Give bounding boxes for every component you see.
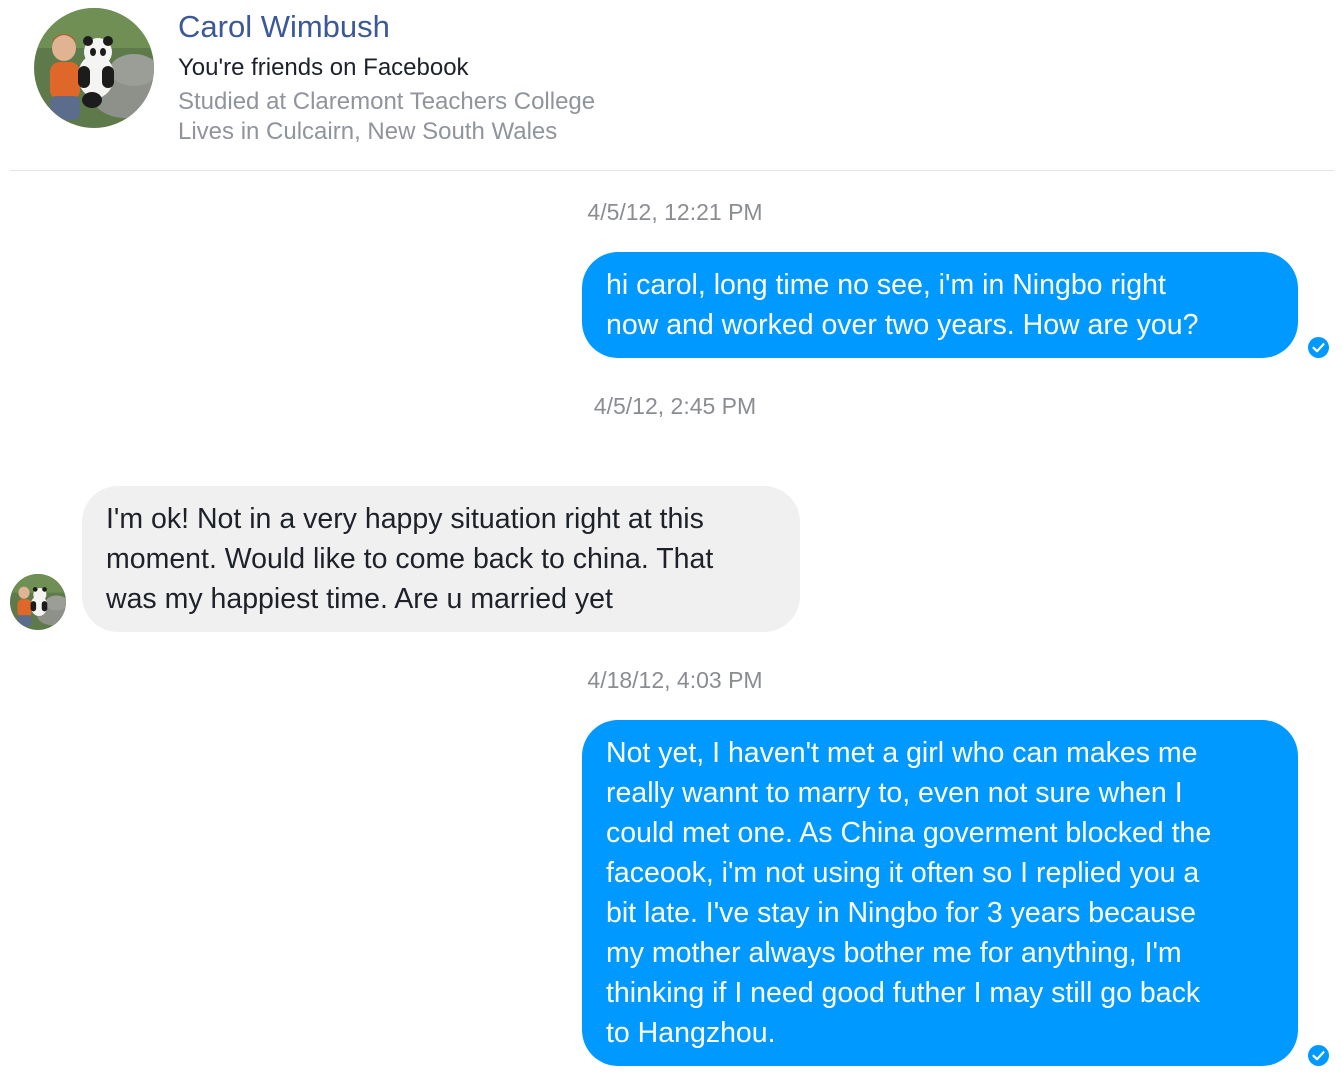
message-text-line: moment. Would like to come back to china… xyxy=(106,543,714,575)
messenger-conversation: Carol Wimbush You're friends on Facebook… xyxy=(0,0,1342,1090)
message-text-line: was my happiest time. Are u married yet xyxy=(106,583,613,615)
message-text-line: bit late. I've stay in Ningbo for 3 year… xyxy=(606,897,1197,929)
message-text-line: to Hangzhou. xyxy=(606,1017,776,1049)
message-text-line: I'm ok! Not in a very happy situation ri… xyxy=(106,503,704,535)
outgoing-message-bubble[interactable]: Not yet, I haven't met a girl who can ma… xyxy=(582,720,1298,1066)
message-text-line: really wannt to marry to, even not sure … xyxy=(606,777,1183,809)
message-text-line: my mother always bother me for anything,… xyxy=(606,937,1182,969)
contact-name[interactable]: Carol Wimbush xyxy=(178,9,390,45)
message-text-line: hi carol, long time no see, i'm in Ningb… xyxy=(606,269,1166,301)
message-text-line: could met one. As China goverment blocke… xyxy=(606,817,1212,849)
message-timestamp: 4/5/12, 12:21 PM xyxy=(587,199,763,225)
message-text-line: thinking if I need good futher I may sti… xyxy=(606,977,1201,1009)
message-text-line: Not yet, I haven't met a girl who can ma… xyxy=(606,737,1198,769)
location-info: Lives in Culcairn, New South Wales xyxy=(178,118,558,145)
sender-photo xyxy=(10,574,66,630)
sender-avatar[interactable] xyxy=(10,574,66,630)
friend-status: You're friends on Facebook xyxy=(178,54,469,81)
profile-photo xyxy=(34,8,154,128)
seen-check-icon xyxy=(1308,337,1329,358)
message-text-line: now and worked over two years. How are y… xyxy=(606,309,1199,341)
message-timestamp: 4/5/12, 2:45 PM xyxy=(593,393,757,419)
education-info: Studied at Claremont Teachers College xyxy=(178,88,596,115)
seen-check-icon xyxy=(1308,1045,1329,1066)
profile-avatar[interactable] xyxy=(34,8,154,128)
message-text-line: faceook, i'm not using it often so I rep… xyxy=(606,857,1200,889)
profile-header: Carol Wimbush You're friends on Facebook… xyxy=(0,0,1342,171)
message-timestamp: 4/18/12, 4:03 PM xyxy=(587,667,763,693)
header-divider xyxy=(10,170,1334,171)
outgoing-message-bubble[interactable]: hi carol, long time no see, i'm in Ningb… xyxy=(582,252,1298,358)
incoming-message-bubble[interactable]: I'm ok! Not in a very happy situation ri… xyxy=(82,486,800,632)
